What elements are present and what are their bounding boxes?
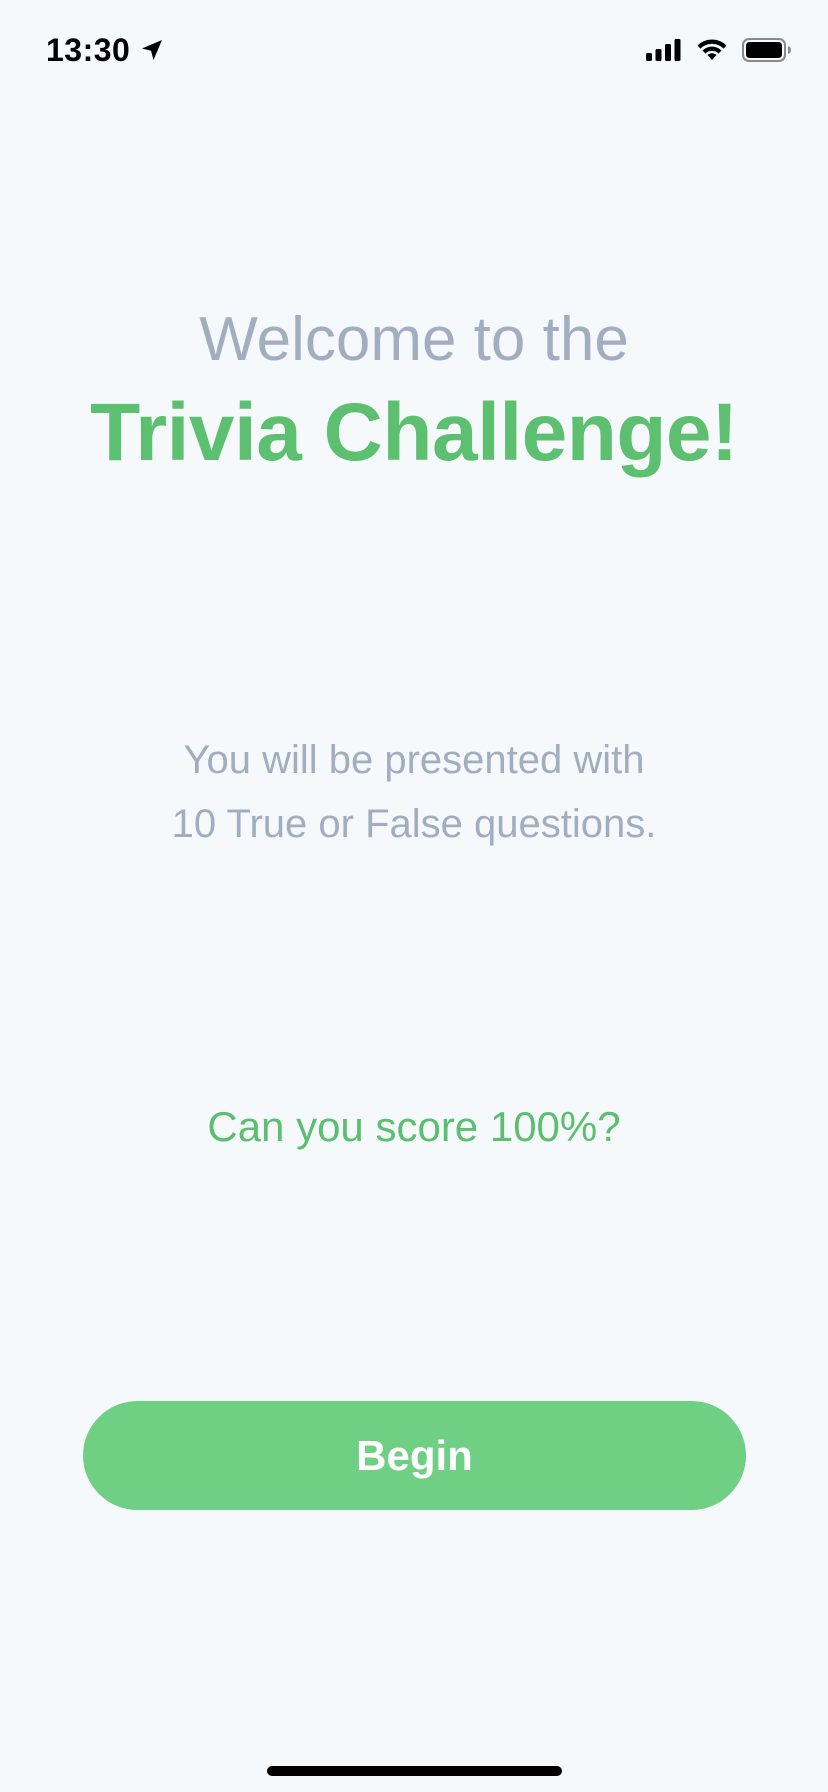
home-indicator[interactable] [267, 1766, 562, 1776]
status-time: 13:30 [46, 31, 131, 68]
instructions-text: You will be presented with 10 True or Fa… [0, 728, 828, 856]
instructions-line-2: 10 True or False questions. [171, 802, 657, 846]
begin-button[interactable]: Begin [83, 1401, 746, 1510]
status-indicators [646, 34, 792, 66]
cellular-signal-icon [646, 38, 682, 62]
instructions-line-1: You will be presented with [183, 738, 645, 782]
battery-icon [742, 37, 792, 63]
welcome-heading: Welcome to the [199, 305, 629, 374]
wifi-icon [696, 38, 728, 62]
status-time-group: 13:30 [46, 30, 164, 70]
status-bar: 13:30 [0, 0, 828, 100]
challenge-prompt: Can you score 100%? [207, 1103, 621, 1150]
app-title: Trivia Challenge! [90, 387, 738, 478]
location-arrow-icon [140, 38, 164, 62]
trivia-welcome-screen: 13:30 Welcome to the Trivia Challenge! Y… [0, 0, 828, 1792]
